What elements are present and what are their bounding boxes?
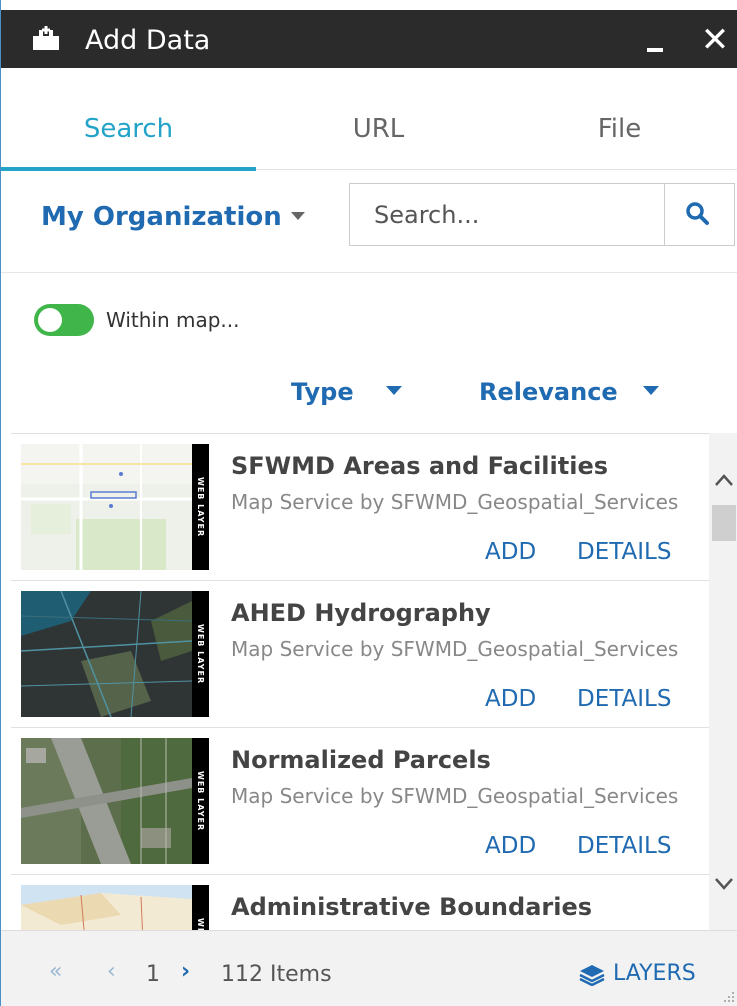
search-button[interactable] — [664, 184, 734, 245]
web-layer-badge: WEB LAYER — [192, 591, 209, 717]
type-filter-dropdown[interactable]: Type — [291, 378, 354, 406]
previous-page-icon[interactable]: ‹ — [107, 959, 116, 984]
map-thumbnail-boundaries — [21, 885, 192, 930]
tab-search[interactable]: Search — [1, 68, 256, 171]
within-map-label: Within map... — [106, 308, 240, 332]
resize-grip-icon[interactable] — [723, 991, 735, 1003]
list-item: WEB LAYER AHED Hydrography Map Service b… — [11, 581, 709, 728]
scope-dropdown[interactable]: My Organization — [41, 202, 282, 232]
web-layer-badge: WEB LAYER — [192, 885, 209, 930]
close-icon[interactable]: ✕ — [697, 22, 733, 58]
scroll-thumb[interactable] — [712, 505, 736, 541]
web-layer-badge: WEB LAYER — [192, 738, 209, 864]
tab-file[interactable]: File — [501, 68, 737, 170]
layers-icon — [579, 965, 605, 986]
add-button[interactable]: ADD — [485, 539, 536, 565]
next-page-icon[interactable]: › — [181, 959, 190, 984]
list-item: WEB LAYER SFWMD Areas and Facilities Map… — [11, 434, 709, 581]
relevance-chevron-down-icon[interactable] — [643, 386, 659, 395]
item-thumbnail[interactable]: WEB LAYER — [21, 444, 209, 570]
scroll-up-icon[interactable] — [714, 473, 734, 487]
add-button[interactable]: ADD — [485, 686, 536, 712]
map-thumbnail-dark — [21, 591, 193, 717]
web-layer-badge: WEB LAYER — [192, 444, 209, 570]
map-thumbnail-light — [21, 444, 192, 570]
current-page: 1 — [146, 962, 160, 987]
item-thumbnail[interactable]: WEB LAYER — [21, 591, 209, 717]
list-scrollbar[interactable] — [709, 433, 737, 930]
window-title: Add Data — [85, 25, 211, 56]
item-title[interactable]: Normalized Parcels — [231, 746, 491, 774]
add-button[interactable]: ADD — [485, 833, 536, 859]
layers-label: LAYERS — [613, 961, 696, 986]
item-count: 112 Items — [221, 962, 332, 987]
search-icon — [686, 202, 709, 225]
list-item: WEB LAYER Administrative Boundaries — [11, 875, 709, 930]
item-subtitle: Map Service by SFWMD_Geospatial_Services — [231, 490, 679, 514]
within-map-toggle[interactable] — [34, 304, 94, 336]
type-chevron-down-icon[interactable] — [386, 386, 402, 395]
scroll-down-icon[interactable] — [714, 877, 734, 891]
add-data-panel: Add Data ✕ Search URL File My Organizati… — [0, 0, 737, 1006]
item-thumbnail[interactable]: WEB LAYER — [21, 738, 209, 864]
item-title[interactable]: Administrative Boundaries — [231, 893, 592, 921]
add-data-icon — [33, 26, 59, 50]
results-list[interactable]: WEB LAYER SFWMD Areas and Facilities Map… — [11, 433, 709, 930]
list-item: WEB LAYER Normalized Parcels Map Service… — [11, 728, 709, 875]
toggle-knob — [38, 308, 62, 332]
footer-bar: « ‹ 1 › 112 Items LAYERS — [1, 930, 737, 1006]
map-thumbnail-aerial — [21, 738, 192, 864]
first-page-icon[interactable]: « — [49, 959, 62, 984]
item-thumbnail[interactable]: WEB LAYER — [21, 885, 209, 930]
search-input[interactable] — [350, 184, 664, 245]
item-subtitle: Map Service by SFWMD_Geospatial_Services — [231, 637, 679, 661]
tab-url[interactable]: URL — [256, 68, 501, 170]
divider — [1, 272, 737, 273]
search-box — [349, 183, 735, 246]
item-subtitle: Map Service by SFWMD_Geospatial_Services — [231, 784, 679, 808]
relevance-sort-dropdown[interactable]: Relevance — [479, 378, 618, 406]
details-button[interactable]: DETAILS — [577, 686, 671, 712]
details-button[interactable]: DETAILS — [577, 539, 671, 565]
minimize-icon[interactable] — [641, 28, 671, 58]
tab-bar: Search URL File — [1, 68, 737, 171]
title-bar[interactable]: Add Data ✕ — [1, 10, 737, 68]
item-title[interactable]: AHED Hydrography — [231, 599, 491, 627]
item-title[interactable]: SFWMD Areas and Facilities — [231, 452, 608, 480]
chevron-down-icon[interactable] — [291, 212, 305, 220]
details-button[interactable]: DETAILS — [577, 833, 671, 859]
